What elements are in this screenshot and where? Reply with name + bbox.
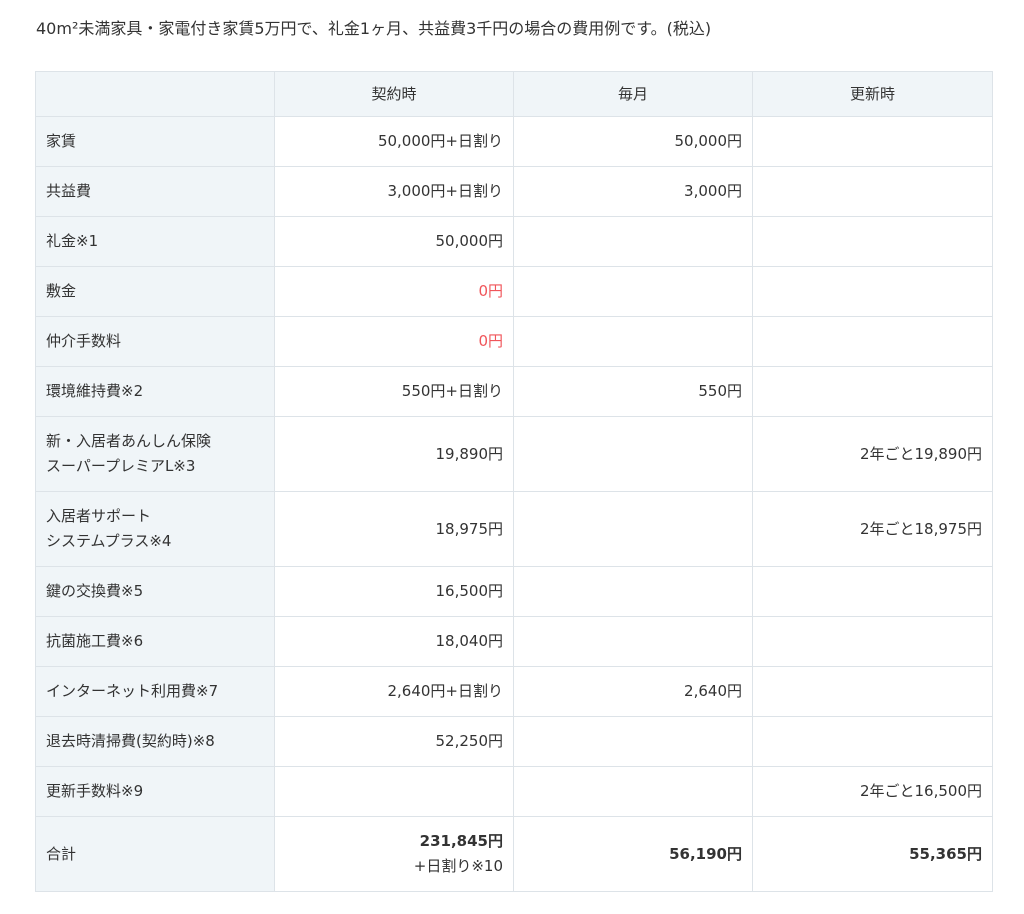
table-row: 共益費 3,000円+日割り 3,000円 — [35, 166, 993, 217]
row-label-line: システムプラス※4 — [46, 532, 172, 550]
cell-renewal: 2年ごと19,890円 — [752, 416, 993, 492]
cell-monthly: 3,000円 — [513, 166, 753, 217]
total-monthly: 56,190円 — [513, 816, 753, 892]
cell-monthly — [513, 266, 753, 317]
row-label-rent: 家賃 — [35, 116, 275, 167]
cell-renewal — [752, 166, 993, 217]
row-label-line: 入居者サポート — [46, 507, 152, 525]
cell-contract: 2,640円+日割り — [274, 666, 514, 717]
table-row: 礼金※1 50,000円 — [35, 216, 993, 267]
cell-monthly: 50,000円 — [513, 116, 753, 167]
header-cell-renewal: 更新時 — [752, 71, 993, 117]
cell-contract: 0円 — [274, 266, 514, 317]
cell-renewal: 2年ごと16,500円 — [752, 766, 993, 817]
table-row: 敷金 0円 — [35, 266, 993, 317]
total-row: 合計 231,845円 +日割り※10 56,190円 55,365円 — [35, 816, 993, 892]
row-label-common-fee: 共益費 — [35, 166, 275, 217]
cell-monthly: 550円 — [513, 366, 753, 417]
intro-text: 40m²未満家具・家電付き家賃5万円で、礼金1ヶ月、共益費3千円の場合の費用例で… — [36, 19, 712, 38]
cell-monthly — [513, 316, 753, 367]
row-label-maintenance-fee: 環境維持費※2 — [35, 366, 275, 417]
fee-table: 契約時 毎月 更新時 家賃 50,000円+日割り 50,000円 共益費 3,… — [35, 71, 993, 892]
cell-contract: 16,500円 — [274, 566, 514, 617]
table-row: 入居者サポート システムプラス※4 18,975円 2年ごと18,975円 — [35, 491, 993, 567]
cell-monthly — [513, 416, 753, 492]
table-row: 抗菌施工費※6 18,040円 — [35, 616, 993, 667]
row-label-internet: インターネット利用費※7 — [35, 666, 275, 717]
cell-renewal — [752, 666, 993, 717]
table-row: 更新手数料※9 2年ごと16,500円 — [35, 766, 993, 817]
cell-contract: 19,890円 — [274, 416, 514, 492]
header-cell-monthly: 毎月 — [513, 71, 753, 117]
row-label-brokerage-fee: 仲介手数料 — [35, 316, 275, 367]
table-row: 家賃 50,000円+日割り 50,000円 — [35, 116, 993, 167]
total-renewal: 55,365円 — [752, 816, 993, 892]
cell-renewal — [752, 616, 993, 667]
table-row: 仲介手数料 0円 — [35, 316, 993, 367]
cell-contract — [274, 766, 514, 817]
total-contract-amount: 231,845円 — [419, 832, 503, 850]
table-row: 鍵の交換費※5 16,500円 — [35, 566, 993, 617]
cell-renewal — [752, 716, 993, 767]
row-label-key-money: 礼金※1 — [35, 216, 275, 267]
table-row: 新・入居者あんしん保険 スーパープレミアL※3 19,890円 2年ごと19,8… — [35, 416, 993, 492]
cell-renewal — [752, 116, 993, 167]
cell-renewal — [752, 266, 993, 317]
cell-contract: 18,975円 — [274, 491, 514, 567]
cell-contract: 550円+日割り — [274, 366, 514, 417]
cell-renewal — [752, 216, 993, 267]
cell-renewal — [752, 566, 993, 617]
cell-contract: 50,000円 — [274, 216, 514, 267]
row-label-deposit: 敷金 — [35, 266, 275, 317]
row-label-renewal-fee: 更新手数料※9 — [35, 766, 275, 817]
cell-contract: 18,040円 — [274, 616, 514, 667]
row-label-key-exchange: 鍵の交換費※5 — [35, 566, 275, 617]
cell-monthly — [513, 216, 753, 267]
table-row: インターネット利用費※7 2,640円+日割り 2,640円 — [35, 666, 993, 717]
row-label-insurance: 新・入居者あんしん保険 スーパープレミアL※3 — [35, 416, 275, 492]
table-row: 環境維持費※2 550円+日割り 550円 — [35, 366, 993, 417]
header-row: 契約時 毎月 更新時 — [35, 71, 993, 117]
cell-contract: 0円 — [274, 316, 514, 367]
total-contract-note: +日割り※10 — [413, 857, 503, 875]
row-label-cleaning: 退去時清掃費(契約時)※8 — [35, 716, 275, 767]
row-label-line: 新・入居者あんしん保険 — [46, 432, 212, 450]
cell-monthly: 2,640円 — [513, 666, 753, 717]
cell-contract: 50,000円+日割り — [274, 116, 514, 167]
header-cell-contract: 契約時 — [274, 71, 514, 117]
cell-monthly — [513, 616, 753, 667]
cell-monthly — [513, 566, 753, 617]
row-label-antibacterial: 抗菌施工費※6 — [35, 616, 275, 667]
cell-monthly — [513, 716, 753, 767]
cell-contract: 52,250円 — [274, 716, 514, 767]
table-row: 退去時清掃費(契約時)※8 52,250円 — [35, 716, 993, 767]
cell-renewal — [752, 316, 993, 367]
row-label-line: スーパープレミアL※3 — [46, 457, 196, 475]
cell-contract: 3,000円+日割り — [274, 166, 514, 217]
total-label: 合計 — [35, 816, 275, 892]
row-label-support-system: 入居者サポート システムプラス※4 — [35, 491, 275, 567]
cell-monthly — [513, 766, 753, 817]
header-cell-blank — [35, 71, 275, 117]
cell-monthly — [513, 491, 753, 567]
cell-renewal: 2年ごと18,975円 — [752, 491, 993, 567]
total-contract-cell: 231,845円 +日割り※10 — [274, 816, 514, 892]
cell-renewal — [752, 366, 993, 417]
